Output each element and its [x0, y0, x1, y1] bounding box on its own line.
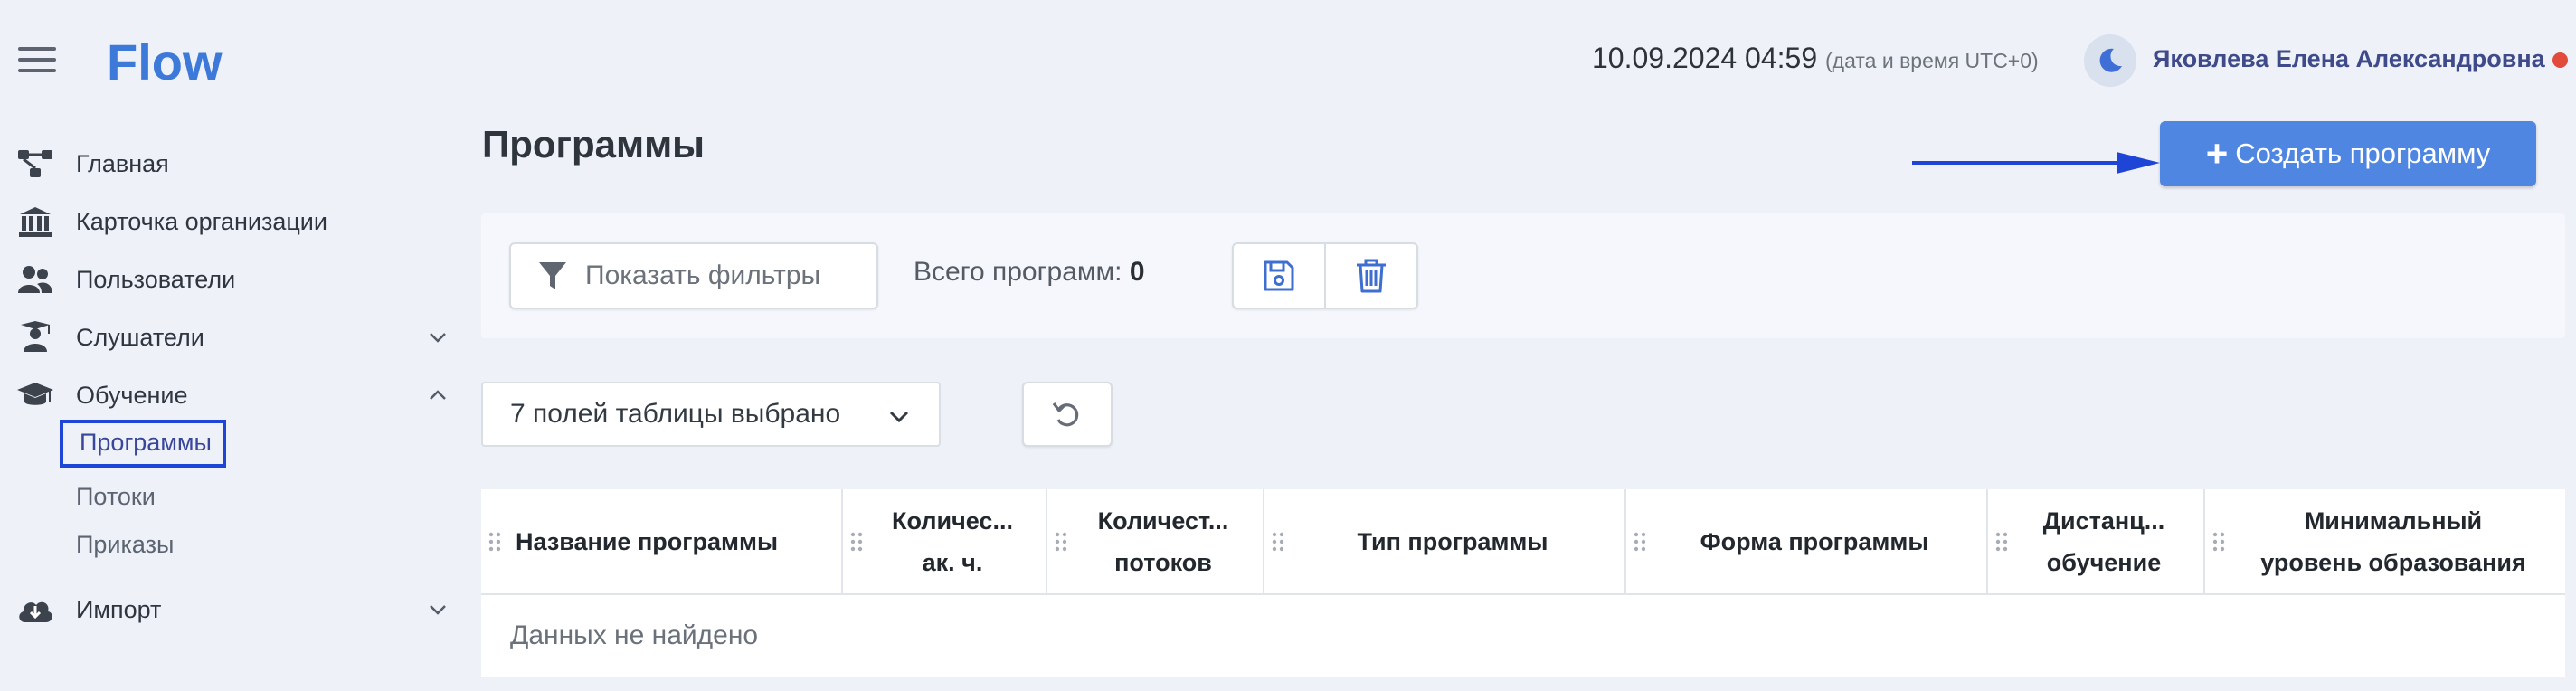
sidebar-subitem-programs[interactable]: Программы: [60, 420, 226, 468]
graduation-cap-icon: [16, 376, 54, 414]
delete-button[interactable]: [1324, 244, 1416, 308]
programs-table: Название программы Количес... ак. ч. Коли…: [481, 489, 2565, 677]
column-header-label: Минимальный уровень образования: [2260, 506, 2526, 576]
total-programs-label: Всего программ:: [914, 257, 1122, 287]
column-header-label: Форма программы: [1700, 527, 1929, 555]
total-programs-value: 0: [1129, 257, 1145, 287]
drag-handle-icon[interactable]: [1055, 531, 1067, 553]
reset-columns-button[interactable]: [1022, 382, 1113, 447]
column-header-label: Количест... потоков: [1097, 506, 1229, 576]
column-header-label: Тип программы: [1357, 527, 1548, 555]
cloud-download-icon: [16, 591, 54, 629]
sidebar-item-users[interactable]: Пользователи: [16, 258, 450, 301]
sidebar-item-organization-card[interactable]: Карточка организации: [16, 200, 450, 243]
column-header-min-education[interactable]: Минимальный уровень образования: [2205, 489, 2565, 593]
save-button[interactable]: [1234, 244, 1324, 308]
trash-icon: [1357, 259, 1386, 293]
column-header-label: Количес... ак. ч.: [892, 506, 1013, 576]
sidebar-item-label: Пользователи: [76, 265, 236, 293]
column-header-streams-count[interactable]: Количест... потоков: [1047, 489, 1264, 593]
create-program-label: Создать программу: [2235, 137, 2491, 169]
datetime-value: 10.09.2024 04:59: [1592, 42, 1818, 74]
moon-icon: [2099, 48, 2122, 72]
chevron-down-icon: [430, 605, 446, 615]
sidebar-item-label: Обучение: [76, 381, 188, 409]
drag-handle-icon[interactable]: [1995, 531, 2008, 553]
save-icon: [1264, 260, 1294, 291]
plus-icon: +: [2205, 132, 2229, 175]
chevron-down-icon: [889, 411, 909, 423]
drag-handle-icon[interactable]: [488, 531, 501, 553]
drag-handle-icon[interactable]: [850, 531, 863, 553]
column-header-label: Дистанц... обучение: [2042, 506, 2165, 576]
chevron-up-icon: [430, 390, 446, 400]
user-name[interactable]: Яковлева Елена Александровна: [2153, 45, 2545, 73]
menu-line: [18, 47, 56, 51]
sidebar-subitem-orders[interactable]: Приказы: [76, 531, 174, 559]
sidebar-item-home[interactable]: Главная: [16, 142, 450, 185]
theme-toggle-button[interactable]: [2084, 34, 2136, 87]
datetime-display: 10.09.2024 04:59 (дата и время UTC+0): [1592, 42, 2039, 75]
sidebar-subitem-streams[interactable]: Потоки: [76, 483, 156, 511]
empty-table-message: Данных не найдено: [510, 620, 759, 650]
status-indicator: [2552, 52, 2568, 68]
menu-line: [18, 58, 56, 62]
column-header-distance-learning[interactable]: Дистанц... обучение: [1988, 489, 2205, 593]
undo-icon: [1052, 402, 1079, 427]
sidebar-item-label: Слушатели: [76, 323, 204, 351]
show-filters-button[interactable]: Показать фильтры: [509, 242, 878, 309]
page-title: Программы: [482, 123, 706, 166]
users-icon: [16, 260, 54, 298]
column-header-program-form[interactable]: Форма программы: [1626, 489, 1988, 593]
chevron-down-icon: [430, 333, 446, 343]
columns-select[interactable]: 7 полей таблицы выбрано: [481, 382, 941, 447]
column-header-program-name[interactable]: Название программы: [481, 489, 843, 593]
create-program-button[interactable]: + Создать программу: [2160, 121, 2536, 186]
drag-handle-icon[interactable]: [1272, 531, 1284, 553]
timezone-note: (дата и время UTC+0): [1825, 49, 2039, 72]
sidebar-item-import[interactable]: Импорт: [16, 588, 450, 631]
column-header-label: Название программы: [516, 527, 778, 555]
sidebar-item-listeners[interactable]: Слушатели: [16, 316, 450, 359]
hierarchy-icon: [16, 145, 54, 183]
bank-icon: [16, 203, 54, 241]
table-actions-group: [1232, 242, 1418, 309]
filter-icon: [539, 262, 566, 289]
drag-handle-icon[interactable]: [2212, 531, 2225, 553]
app-logo[interactable]: Flow: [107, 33, 223, 91]
show-filters-label: Показать фильтры: [585, 260, 821, 290]
column-header-academic-hours[interactable]: Количес... ак. ч.: [843, 489, 1047, 593]
columns-select-value: 7 полей таблицы выбрано: [510, 399, 841, 429]
menu-line: [18, 69, 56, 72]
teacher-icon: [16, 318, 54, 356]
drag-handle-icon[interactable]: [1634, 531, 1646, 553]
sidebar-item-label: Карточка организации: [76, 207, 327, 235]
total-programs: Всего программ: 0: [914, 257, 1145, 288]
table-header: Название программы Количес... ак. ч. Коли…: [481, 489, 2565, 595]
column-header-program-type[interactable]: Тип программы: [1264, 489, 1626, 593]
sidebar-item-label: Главная: [76, 149, 169, 177]
sidebar-item-learning[interactable]: Обучение: [16, 374, 450, 417]
sidebar-item-label: Импорт: [76, 595, 162, 623]
hamburger-menu-button[interactable]: [18, 47, 56, 72]
